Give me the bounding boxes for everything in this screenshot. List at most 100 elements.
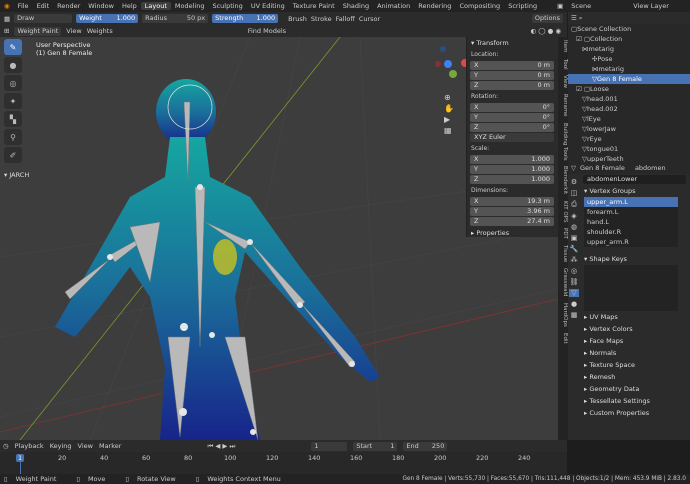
keying-menu[interactable]: Keying — [50, 442, 72, 450]
filter-icon[interactable]: ☰ ⌕ — [571, 14, 583, 23]
brush-menu[interactable]: Brush — [288, 15, 307, 23]
find-models-button[interactable]: Find Models — [248, 27, 286, 35]
workspace-tab-compositing[interactable]: Compositing — [455, 2, 504, 10]
scene-tab-icon[interactable]: ◈ — [571, 212, 576, 220]
navigation-gizmo[interactable] — [435, 46, 469, 78]
smear-icon[interactable]: ✦ — [4, 93, 22, 109]
options-menu[interactable]: Options — [532, 14, 563, 23]
stroke-menu[interactable]: Stroke — [311, 15, 332, 23]
menu-edit[interactable]: Edit — [33, 2, 54, 10]
uv-maps-header[interactable]: ▸ UV Maps — [580, 311, 690, 323]
particles-tab-icon[interactable]: ⁂ — [571, 256, 578, 264]
texture-space-header[interactable]: ▸ Texture Space — [580, 359, 690, 371]
zoom-icon[interactable]: ⊕ — [444, 93, 462, 102]
properties-breadcrumb[interactable]: abdomen — [635, 164, 666, 172]
shape-keys-header[interactable]: ▾ Shape Keys — [580, 253, 690, 265]
view-layer-selector[interactable]: View Layer — [629, 2, 673, 10]
vtab-view[interactable]: View — [558, 72, 568, 91]
brush-selector[interactable]: Draw — [14, 14, 72, 23]
mode-selector[interactable]: Weight Paint — [14, 27, 61, 36]
vtab-kit-ops[interactable]: KIT OPS — [558, 198, 568, 225]
scene-selector[interactable]: Scene — [567, 2, 617, 10]
object-tab-icon[interactable]: ▣ — [571, 234, 578, 242]
vtab-grasswald[interactable]: Grasswald — [558, 265, 568, 300]
falloff-menu[interactable]: Falloff — [336, 15, 355, 23]
blender-logo-icon[interactable]: ◉ — [0, 2, 14, 10]
outliner-row[interactable]: ☑ ▢ Loose — [568, 84, 690, 94]
draw-brush-icon[interactable]: ✎ — [4, 39, 22, 55]
workspace-tab-modeling[interactable]: Modeling — [171, 2, 209, 10]
outliner-row[interactable]: ▽ head.002 — [568, 104, 690, 114]
outliner-row[interactable]: ▽ lEye — [568, 114, 690, 124]
menu-file[interactable]: File — [14, 2, 33, 10]
current-frame-field[interactable]: 1 — [311, 442, 347, 451]
vtab-hardops[interactable]: HardOps — [558, 300, 568, 330]
marker-menu[interactable]: Marker — [99, 442, 121, 450]
workspace-tab-sculpting[interactable]: Sculpting — [208, 2, 246, 10]
timeline-view-menu[interactable]: View — [78, 442, 93, 450]
scale-y-field[interactable]: Y1.000 — [470, 165, 554, 174]
properties-section-header[interactable]: ▸ Properties — [467, 227, 558, 239]
outliner-row-selected[interactable]: ▽ Gen 8 Female — [568, 74, 690, 84]
output-tab-icon[interactable]: ⎙ — [571, 200, 577, 209]
menu-render[interactable]: Render — [53, 2, 84, 10]
texture-tab-icon[interactable]: ▦ — [571, 311, 578, 319]
vtab-blenderkit[interactable]: Blenderkit — [558, 163, 568, 197]
rotation-z-field[interactable]: Z0° — [470, 123, 554, 132]
outliner-row[interactable]: ▢ Scene Collection — [568, 24, 690, 34]
outliner-row[interactable]: ⋈ metarig — [568, 64, 690, 74]
shape-key-list[interactable] — [584, 265, 678, 311]
rotation-y-field[interactable]: Y0° — [470, 113, 554, 122]
playback-controls[interactable]: ⏮ ◀ ▶ ⏭ — [207, 442, 235, 451]
physics-tab-icon[interactable]: ◎ — [571, 267, 577, 275]
sample-weight-icon[interactable]: ⚲ — [4, 129, 22, 145]
outliner-row[interactable]: ✣ Pose — [568, 54, 690, 64]
location-z-field[interactable]: Z0 m — [470, 81, 554, 90]
outliner-row[interactable]: ▽ tongue01 — [568, 144, 690, 154]
timeline-ruler[interactable]: 1 20 40 60 80 100 120 140 160 180 200 22… — [0, 452, 567, 474]
cursor-menu[interactable]: Cursor — [359, 15, 380, 23]
workspace-tab-uv-editing[interactable]: UV Editing — [247, 2, 289, 10]
face-maps-header[interactable]: ▸ Face Maps — [580, 335, 690, 347]
geometry-data-header[interactable]: ▸ Geometry Data — [580, 383, 690, 395]
vertex-group-item[interactable]: hand.L — [584, 217, 678, 227]
tool-tab-icon[interactable]: ⚙ — [571, 178, 577, 186]
normals-header[interactable]: ▸ Normals — [580, 347, 690, 359]
paint-mode-icon[interactable]: ▦ — [4, 15, 10, 23]
custom-properties-header[interactable]: ▸ Custom Properties — [580, 407, 690, 419]
vtab-pdt[interactable]: PDT — [558, 225, 568, 242]
blur-icon[interactable]: ● — [4, 57, 22, 73]
outliner-row[interactable]: ⋈ metarig — [568, 44, 690, 54]
scale-z-field[interactable]: Z1.000 — [470, 175, 554, 184]
weight-field[interactable]: Weight1.000 — [76, 14, 138, 23]
playback-menu[interactable]: Playback — [15, 442, 44, 450]
outliner-row[interactable]: ☑ ▢ Collection — [568, 34, 690, 44]
annotate-icon[interactable]: ✐ — [4, 147, 22, 163]
world-tab-icon[interactable]: ◍ — [571, 223, 577, 231]
dimension-x-field[interactable]: X19.3 m — [470, 197, 554, 206]
vertex-group-item[interactable]: forearm.L — [584, 207, 678, 217]
modifier-tab-icon[interactable]: 🔧 — [570, 245, 579, 253]
checkbox-icon[interactable]: ☑ ▢ — [576, 35, 590, 43]
vtab-building-tools[interactable]: Building Tools — [558, 120, 568, 164]
editor-type-icon[interactable]: ⊞ — [4, 27, 9, 35]
average-icon[interactable]: ◎ — [4, 75, 22, 91]
vertex-colors-header[interactable]: ▸ Vertex Colors — [580, 323, 690, 335]
start-frame-field[interactable]: Start1 — [353, 442, 397, 451]
workspace-tab-rendering[interactable]: Rendering — [414, 2, 455, 10]
outliner-row[interactable]: ▽ lowerJaw — [568, 124, 690, 134]
vertex-group-item[interactable]: upper_arm.R — [584, 237, 678, 247]
timeline-editor-icon[interactable]: ◷ — [3, 442, 9, 450]
hand-pan-icon[interactable]: ✋ — [444, 104, 462, 113]
material-tab-icon[interactable]: ● — [571, 300, 577, 308]
workspace-tab-animation[interactable]: Animation — [373, 2, 414, 10]
render-tab-icon[interactable]: ◫ — [571, 189, 578, 197]
bone-search-field[interactable]: abdomenLower — [583, 175, 686, 184]
outliner-row[interactable]: ▽ rEye — [568, 134, 690, 144]
location-y-field[interactable]: Y0 m — [470, 71, 554, 80]
gradient-icon[interactable]: ▚ — [4, 111, 22, 127]
remesh-header[interactable]: ▸ Remesh — [580, 371, 690, 383]
transform-section-header[interactable]: ▾ Transform — [467, 37, 558, 49]
radius-field[interactable]: Radius50 px — [142, 14, 208, 23]
vtab-edit[interactable]: Edit — [558, 330, 568, 347]
